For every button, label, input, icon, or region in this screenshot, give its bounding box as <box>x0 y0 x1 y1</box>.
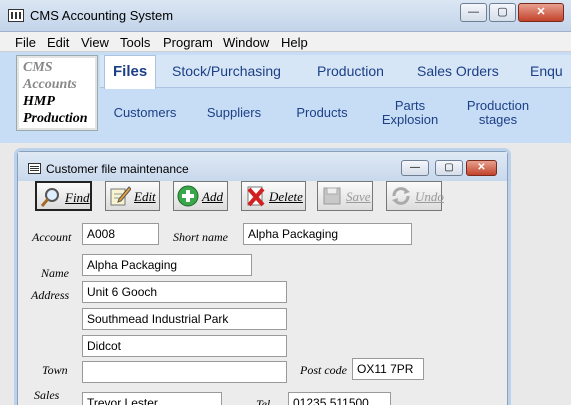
subtab-production-stages[interactable]: Production stages <box>460 99 536 127</box>
undo-button[interactable]: Undo <box>386 181 444 211</box>
tel-label: Tel <box>256 397 271 405</box>
maximize-button[interactable]: ▢ <box>489 3 516 22</box>
close-button[interactable]: ✕ <box>518 3 564 22</box>
sales-label: Sales <box>34 388 60 402</box>
sales-field[interactable]: Trevor Lester <box>82 392 222 405</box>
subtab-parts-explosion[interactable]: Parts Explosion <box>376 99 444 127</box>
add-button[interactable]: Add <box>173 181 228 211</box>
postcode-field[interactable]: OX11 7PR <box>352 358 424 380</box>
subtab-products[interactable]: Products <box>288 106 356 120</box>
edit-button[interactable]: Edit <box>105 181 160 211</box>
menu-help[interactable]: Help <box>281 35 308 50</box>
town-field[interactable] <box>82 361 287 383</box>
menu-tools[interactable]: Tools <box>120 35 150 50</box>
menu-file[interactable]: File <box>15 35 36 50</box>
name-label: Name <box>41 266 69 280</box>
account-field[interactable]: A008 <box>82 223 159 245</box>
short-name-label: Short name <box>173 230 228 244</box>
subtab-suppliers[interactable]: Suppliers <box>198 106 270 120</box>
child-maximize-button[interactable]: ▢ <box>435 160 463 176</box>
account-label: Account <box>32 230 72 244</box>
child-close-button[interactable]: ✕ <box>466 160 497 176</box>
tab-enquiries[interactable]: Enqu <box>530 63 563 79</box>
menu-program[interactable]: Program <box>163 35 213 50</box>
window-title: CMS Accounting System <box>30 8 174 23</box>
company-logo: CMS Accounts HMP Production <box>16 55 98 131</box>
tab-stock-purchasing[interactable]: Stock/Purchasing <box>172 63 281 79</box>
form-icon <box>28 163 41 174</box>
tab-files[interactable]: Files <box>113 63 147 80</box>
minimize-button[interactable]: — <box>460 3 487 22</box>
address-line3-field[interactable]: Didcot <box>82 335 287 357</box>
postcode-label: Post code <box>300 363 347 377</box>
town-label: Town <box>42 363 68 377</box>
menu-window[interactable]: Window <box>223 35 269 50</box>
pencil-edit-icon <box>110 186 131 206</box>
delete-button[interactable]: Delete <box>241 181 306 211</box>
undo-arrows-icon <box>392 187 410 205</box>
child-window-title: Customer file maintenance <box>46 162 189 176</box>
tab-sales-orders[interactable]: Sales Orders <box>417 63 499 79</box>
find-button[interactable]: Find <box>35 181 92 211</box>
address-label: Address <box>31 288 70 302</box>
magnifier-icon <box>40 188 59 207</box>
tel-field[interactable]: 01235 511500 <box>288 392 391 405</box>
main-title-bar[interactable]: CMS Accounting System — ▢ ✕ <box>0 0 571 32</box>
delete-x-icon <box>247 186 265 207</box>
address-line1-field[interactable]: Unit 6 Gooch <box>82 281 287 303</box>
app-icon <box>8 9 24 22</box>
menu-edit[interactable]: Edit <box>47 35 69 50</box>
short-name-field[interactable]: Alpha Packaging <box>243 223 412 245</box>
address-line2-field[interactable]: Southmead Industrial Park <box>82 308 287 330</box>
menu-view[interactable]: View <box>81 35 109 50</box>
save-icon <box>323 187 341 205</box>
menu-bar: File Edit View Tools Program Window Help <box>0 32 571 52</box>
save-button[interactable]: Save <box>317 181 373 211</box>
subtab-customers[interactable]: Customers <box>108 106 182 120</box>
name-field[interactable]: Alpha Packaging <box>82 254 252 276</box>
child-minimize-button[interactable]: — <box>401 160 429 176</box>
tab-production[interactable]: Production <box>317 63 384 79</box>
plus-circle-icon <box>177 185 199 207</box>
